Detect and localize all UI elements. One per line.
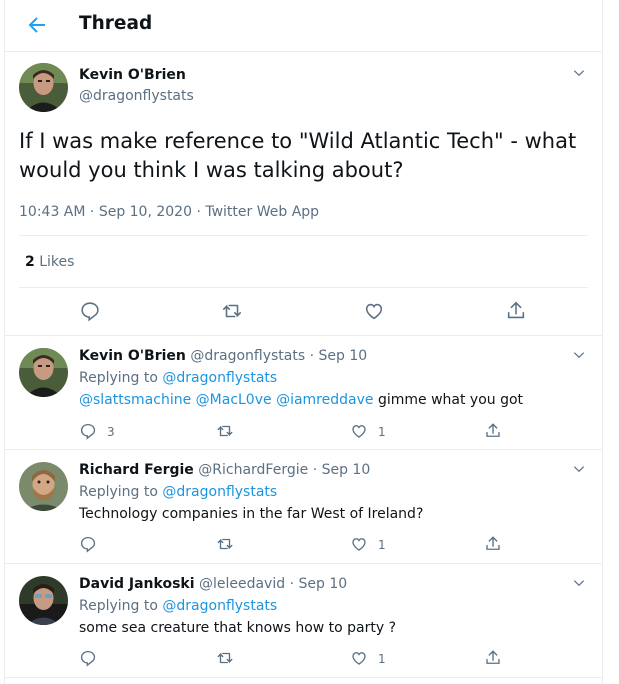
timeline-column: Thread Kevin O'Brien @dragonflystats If … [4,0,603,684]
replying-to: Replying to @dragonflystats [79,484,277,500]
retweet-icon[interactable] [221,300,243,322]
likes-count: 2 [25,254,35,270]
tweet-client[interactable]: Twitter Web App [205,204,319,220]
tweet-time[interactable]: 10:43 AM [19,204,85,220]
back-arrow-icon[interactable] [25,13,49,37]
tweet-text: If I was make reference to "Wild Atlanti… [19,129,577,182]
mention-link[interactable]: @MacL0ve [196,392,272,408]
author-handle[interactable]: @dragonflystats [190,348,305,364]
reply-icon[interactable] [79,649,97,667]
like-count: 1 [378,652,386,666]
reply-icon[interactable] [79,535,97,553]
like-count: 1 [378,538,386,552]
divider [19,235,588,236]
avatar[interactable] [19,576,68,625]
chevron-down-icon[interactable] [572,66,586,80]
share-icon[interactable] [484,649,502,667]
retweet-icon[interactable] [216,422,234,440]
tweet-meta: 10:43 AM · Sep 10, 2020 · Twitter Web Ap… [19,204,319,220]
mention-link[interactable]: @iamreddave [276,392,373,408]
heart-icon[interactable] [350,649,368,667]
replying-to: Replying to @dragonflystats [79,370,277,386]
author-handle[interactable]: @dragonflystats [79,88,194,104]
author-handle[interactable]: @RichardFergie [198,462,308,478]
heart-icon[interactable] [350,535,368,553]
like-count: 1 [378,425,386,439]
divider [19,287,588,288]
author-name[interactable]: Kevin O'Brien [79,67,186,83]
meta-separator: · [312,462,322,478]
share-icon[interactable] [484,535,502,553]
chevron-down-icon[interactable] [572,462,586,476]
reply-body: gimme what you got [377,392,524,408]
replying-to-link[interactable]: @dragonflystats [162,484,277,500]
avatar[interactable] [19,462,68,511]
heart-icon[interactable] [350,422,368,440]
reply-text: @slattsmachine @MacL0ve @iamreddave gimm… [79,392,523,408]
replying-to-link[interactable]: @dragonflystats [162,370,277,386]
tweet-date[interactable]: Sep 10, 2020 [99,204,192,220]
avatar[interactable] [19,63,68,112]
replying-to: Replying to @dragonflystats [79,598,277,614]
heart-icon[interactable] [363,300,385,322]
thread-header: Thread [5,0,602,52]
reply-icon[interactable] [79,422,97,440]
likes-label: Likes [39,254,75,270]
author-name[interactable]: Richard Fergie [79,462,194,478]
reply-tweet[interactable]: Richard Fergie @RichardFergie · Sep 10 R… [5,451,602,564]
reply-header: Richard Fergie @RichardFergie · Sep 10 [79,462,370,478]
page-title: Thread [79,13,153,34]
reply-header: Kevin O'Brien @dragonflystats · Sep 10 [79,348,367,364]
reply-header: David Jankoski @leleedavid · Sep 10 [79,576,347,592]
reply-body: Technology companies in the far West of … [79,506,424,522]
meta-separator: · [89,204,99,220]
reply-body: some sea creature that knows how to part… [79,620,397,636]
share-icon[interactable] [505,300,527,322]
avatar[interactable] [19,348,68,397]
share-icon[interactable] [484,422,502,440]
reply-tweet[interactable]: David Jankoski @leleedavid · Sep 10 Repl… [5,565,602,678]
mention-link[interactable]: @slattsmachine [79,392,191,408]
reply-count: 3 [107,425,115,439]
reply-date[interactable]: Sep 10 [298,576,347,592]
replying-prefix: Replying to [79,484,158,500]
likes-stat[interactable]: 2 Likes [25,254,74,270]
author-name[interactable]: David Jankoski [79,576,195,592]
retweet-icon[interactable] [216,649,234,667]
author-name[interactable]: Kevin O'Brien [79,348,186,364]
reply-icon[interactable] [79,300,101,322]
reply-date[interactable]: Sep 10 [319,348,368,364]
author-handle[interactable]: @leleedavid [199,576,285,592]
replying-prefix: Replying to [79,370,158,386]
main-tweet: Kevin O'Brien @dragonflystats If I was m… [5,52,602,336]
chevron-down-icon[interactable] [572,348,586,362]
chevron-down-icon[interactable] [572,576,586,590]
reply-date[interactable]: Sep 10 [322,462,371,478]
retweet-icon[interactable] [216,535,234,553]
meta-separator: · [309,348,319,364]
replying-prefix: Replying to [79,598,158,614]
replying-to-link[interactable]: @dragonflystats [162,598,277,614]
reply-tweet[interactable]: Kevin O'Brien @dragonflystats · Sep 10 R… [5,337,602,450]
